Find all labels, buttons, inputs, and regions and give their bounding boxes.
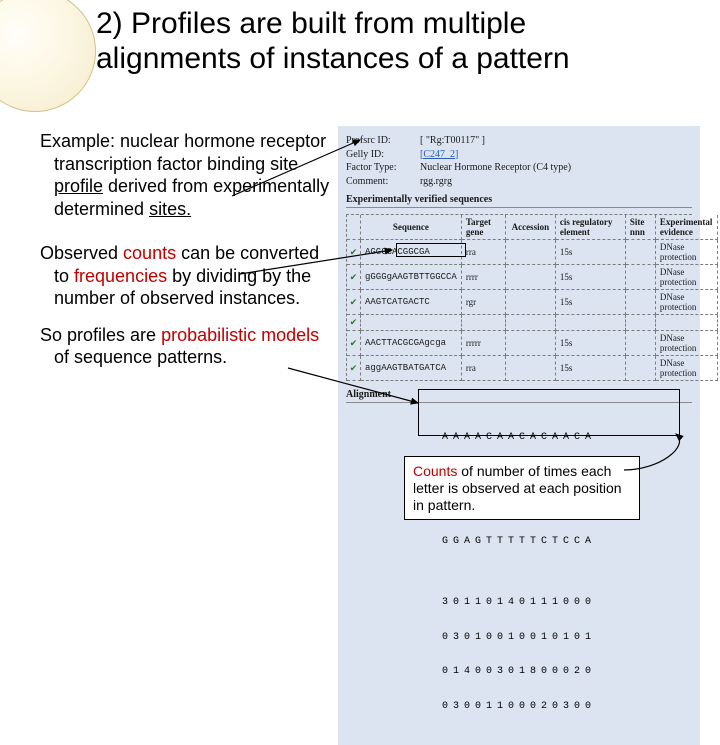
label: Factor Type: <box>346 161 420 175</box>
table-cell: DNase protection <box>656 290 718 315</box>
table-header: cis regulatory element <box>556 215 626 240</box>
table-cell <box>506 265 556 290</box>
table-cell <box>626 331 656 356</box>
text-probabilistic: probabilistic models <box>161 325 319 345</box>
label: Profsrc ID: <box>346 134 420 148</box>
table-header: Sequence <box>361 215 462 240</box>
table-cell: 15s <box>556 265 626 290</box>
table-cell <box>626 356 656 381</box>
check-cell: ✔ <box>347 240 361 265</box>
text: Observed <box>40 243 123 263</box>
table-cell <box>506 331 556 356</box>
table-cell: DNase protection <box>656 356 718 381</box>
text: Example: nuclear hormone receptor transc… <box>40 131 326 174</box>
db-header: Profsrc ID:[ "Rg:T00117" ] Gelly ID:[C24… <box>346 134 692 188</box>
table-cell <box>361 315 462 331</box>
table-cell <box>626 265 656 290</box>
paragraph-example: Example: nuclear hormone receptor transc… <box>40 130 330 220</box>
table-cell <box>506 240 556 265</box>
table-cell <box>506 356 556 381</box>
table-cell <box>626 240 656 265</box>
paragraph-probabilistic: So profiles are probabilistic models of … <box>40 324 330 369</box>
table-cell: 15s <box>556 290 626 315</box>
table-cell: 15s <box>556 356 626 381</box>
link-value: [C247_2] <box>420 149 458 160</box>
table-cell <box>626 290 656 315</box>
count-row: 03001100020300 <box>346 701 692 713</box>
table-cell: DNase protection <box>656 265 718 290</box>
value: rgg.rgrg <box>420 176 452 187</box>
check-cell: ✔ <box>347 290 361 315</box>
table-cell: rrrr <box>462 265 506 290</box>
count-row: 30110140111000 <box>346 597 692 609</box>
table-cell: 15s <box>556 240 626 265</box>
table-cell: gGGGgAAGTBTTGGCCA <box>361 265 462 290</box>
table-cell <box>506 315 556 331</box>
section-heading-sequences: Experimentally verified sequences <box>346 194 692 205</box>
table-cell <box>462 315 506 331</box>
table-cell <box>556 315 626 331</box>
table-cell: AAGTCATGACTC <box>361 290 462 315</box>
table-cell <box>656 315 718 331</box>
decorative-circle <box>0 0 96 112</box>
paragraph-counts: Observed counts can be converted to freq… <box>40 242 330 310</box>
table-header: Experimental evidence <box>656 215 718 240</box>
callout-counts: Counts of number of times each letter is… <box>404 456 640 520</box>
highlight-box-seq <box>396 243 466 257</box>
table-cell <box>626 315 656 331</box>
text-frequencies: frequencies <box>74 266 167 286</box>
table-cell: aggAAGTBATGATCA <box>361 356 462 381</box>
count-row: 03010010010101 <box>346 632 692 644</box>
table-header <box>347 215 361 240</box>
table-cell: DNase protection <box>656 240 718 265</box>
slide-title: 2) Profiles are built from multiple alig… <box>96 6 656 77</box>
value: [ "Rg:T00117" ] <box>420 135 485 146</box>
left-column: Example: nuclear hormone receptor transc… <box>40 130 330 369</box>
align-row: GGAGTTTTTCTCCA <box>346 536 692 548</box>
table-cell: rra <box>462 356 506 381</box>
text-profile: profile <box>54 176 103 196</box>
table-header: Target gene <box>462 215 506 240</box>
highlight-box-counts <box>418 389 680 436</box>
table-cell: AACTTACGCGAgcga <box>361 331 462 356</box>
value: Nuclear Hormone Receptor (C4 type) <box>420 162 571 173</box>
text: So profiles are <box>40 325 161 345</box>
table-header: Site nnn <box>626 215 656 240</box>
label: Gelly ID: <box>346 148 420 162</box>
table-cell <box>506 290 556 315</box>
table-cell: rrrrr <box>462 331 506 356</box>
check-cell: ✔ <box>347 265 361 290</box>
check-cell: ✔ <box>347 331 361 356</box>
text-sites: sites. <box>149 199 191 219</box>
table-cell: rgr <box>462 290 506 315</box>
table-header: Accession <box>506 215 556 240</box>
text-counts: counts <box>123 243 176 263</box>
sequence-table: SequenceTarget geneAccessioncis regulato… <box>346 214 692 381</box>
check-cell: ✔ <box>347 315 361 331</box>
count-row: 01400301800020 <box>346 666 692 678</box>
table-cell: DNase protection <box>656 331 718 356</box>
divider <box>346 207 692 208</box>
text: of sequence patterns. <box>54 347 227 367</box>
label: Comment: <box>346 175 420 189</box>
text: Counts <box>413 463 457 479</box>
check-cell: ✔ <box>347 356 361 381</box>
table-cell: 15s <box>556 331 626 356</box>
table-cell: rra <box>462 240 506 265</box>
